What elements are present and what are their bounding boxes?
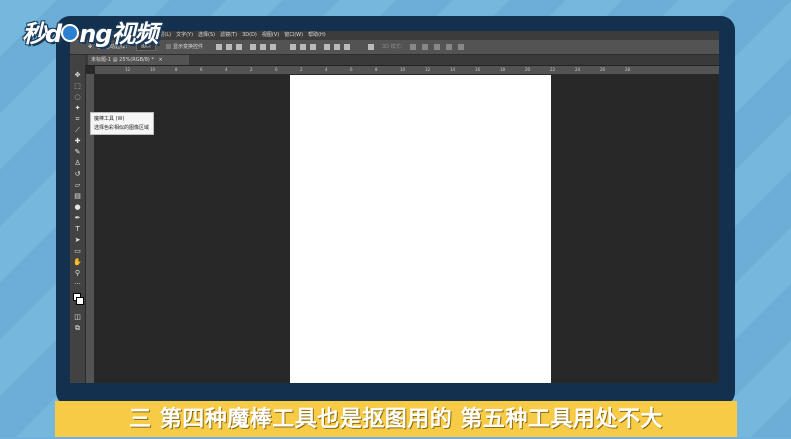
document-tab-title: 未标题-1 @ 25%(RGB/8) * xyxy=(91,57,154,63)
ruler-tick-label: 2 xyxy=(250,67,253,72)
ruler-tick-label: 24 xyxy=(575,67,581,72)
distribute-center-icon[interactable] xyxy=(334,44,340,50)
menu-item[interactable]: 3D(D) xyxy=(242,32,257,38)
distribute-bottom-icon[interactable] xyxy=(310,44,316,50)
rectangle-tool-icon[interactable]: ▭ xyxy=(73,247,82,255)
screen-mode-icon[interactable]: ⧉ xyxy=(73,324,82,332)
magic-wand-tooltip: 魔棒工具 (W) 选择色彩相似的图像区域 xyxy=(90,112,154,135)
close-tab-icon[interactable]: × xyxy=(159,57,163,63)
ruler-tick-label: 22 xyxy=(550,67,556,72)
menu-item[interactable]: 帮助(H) xyxy=(308,32,326,38)
menu-bar: 图像(I) 图层(L) 文字(Y) 选择(S) 滤镜(T) 3D(D) 视图(V) 窗口(W)… xyxy=(70,31,719,40)
zoom-tool-icon[interactable]: ⚲ xyxy=(73,269,82,277)
ruler-tick-label: 2 xyxy=(300,67,303,72)
pen-tool-icon[interactable]: ✒ xyxy=(73,214,82,222)
gradient-tool-icon[interactable]: ▤ xyxy=(73,192,82,200)
healing-brush-tool-icon[interactable]: ✚ xyxy=(73,137,82,145)
ruler-tick-label: 4 xyxy=(225,67,228,72)
align-middle-icon[interactable] xyxy=(260,44,266,50)
move-tool-icon[interactable]: ✥ xyxy=(73,71,82,79)
marquee-tool-icon[interactable]: ⬚ xyxy=(73,82,82,90)
path-selection-tool-icon[interactable]: ➤ xyxy=(73,236,82,244)
ruler-tick-label: 4 xyxy=(325,67,328,72)
ruler-tick-label: 8 xyxy=(375,67,378,72)
background-color-swatch[interactable] xyxy=(76,297,84,305)
ruler-tick-label: 8 xyxy=(175,67,178,72)
eyedropper-tool-icon[interactable]: ⟋ xyxy=(73,126,82,134)
distribute-right-icon[interactable] xyxy=(344,44,350,50)
3d-slide-icon[interactable] xyxy=(446,44,452,50)
ruler-tick-label: 14 xyxy=(450,67,456,72)
distribute-top-icon[interactable] xyxy=(290,44,296,50)
align-left-icon[interactable] xyxy=(216,44,222,50)
show-transform-checkbox[interactable]: 显示变换控件 xyxy=(166,40,203,54)
3d-mode-label: 3D 模式： xyxy=(382,44,406,50)
ruler-tick-label: 10 xyxy=(150,67,156,72)
magic-wand-tool-icon[interactable]: ✦ xyxy=(73,104,82,112)
ruler-tick-label: 6 xyxy=(200,67,203,72)
menu-item[interactable]: 选择(S) xyxy=(198,32,215,38)
eraser-tool-icon[interactable]: ▱ xyxy=(73,181,82,189)
clone-stamp-tool-icon[interactable]: ♙ xyxy=(73,159,82,167)
photoshop-window: 图像(I) 图层(L) 文字(Y) 选择(S) 滤镜(T) 3D(D) 视图(V) 窗口(W)… xyxy=(70,31,719,383)
more-tools-icon[interactable]: ··· xyxy=(73,280,82,288)
brush-tool-icon[interactable]: ✎ xyxy=(73,148,82,156)
3d-drag-icon[interactable] xyxy=(434,44,440,50)
ruler-tick-label: 20 xyxy=(525,67,531,72)
options-bar: ✥ 自动选择： 图层 显示变换控件 3D 模式： xyxy=(70,40,719,55)
document-tab[interactable]: 未标题-1 @ 25%(RGB/8) * × xyxy=(88,55,189,65)
ruler-tick-label: 12 xyxy=(425,67,431,72)
hand-tool-icon[interactable]: ✋ xyxy=(73,258,82,266)
tooltip-description: 选择色彩相似的图像区域 xyxy=(94,125,150,131)
menu-item[interactable]: 窗口(W) xyxy=(284,32,303,38)
type-tool-icon[interactable]: T xyxy=(73,225,82,233)
3d-scale-icon[interactable] xyxy=(458,44,464,50)
tooltip-title: 魔棒工具 (W) xyxy=(94,116,125,122)
menu-item[interactable]: 视图(V) xyxy=(262,32,279,38)
ruler-tick-label: 6 xyxy=(350,67,353,72)
document-tab-bar: 未标题-1 @ 25%(RGB/8) * × xyxy=(85,55,719,66)
align-center-icon[interactable] xyxy=(226,44,232,50)
checkbox-icon xyxy=(166,44,171,49)
align-top-icon[interactable] xyxy=(250,44,256,50)
color-swatches-icon[interactable] xyxy=(73,293,84,307)
align-right-icon[interactable] xyxy=(236,44,242,50)
ruler-tick-label: 28 xyxy=(625,67,631,72)
logo-text-prefix: 秒d xyxy=(22,20,62,48)
ruler-tick-label: 16 xyxy=(475,67,481,72)
menu-item[interactable]: 滤镜(T) xyxy=(220,32,237,38)
ruler-tick-label: 10 xyxy=(400,67,406,72)
distribute-left-icon[interactable] xyxy=(324,44,330,50)
subtitle-bar: 三 第四种魔棒工具也是抠图用的 第五种工具用处不大 xyxy=(55,401,737,437)
menu-item[interactable]: 文字(Y) xyxy=(176,32,193,38)
distribute-middle-icon[interactable] xyxy=(300,44,306,50)
ruler-tick-label: 0 xyxy=(275,67,278,72)
3d-roll-icon[interactable] xyxy=(422,44,428,50)
ruler-tick-label: 18 xyxy=(500,67,506,72)
dodge-tool-icon[interactable]: ● xyxy=(73,203,82,211)
lasso-tool-icon[interactable]: ◌ xyxy=(73,93,82,101)
horizontal-ruler: 12 10 8 6 4 2 0 2 4 6 8 10 12 14 16 18 20 22 24 26 28 xyxy=(95,66,719,75)
history-brush-tool-icon[interactable]: ↺ xyxy=(73,170,82,178)
video-logo: 秒d ng视频 xyxy=(22,14,158,48)
document-canvas[interactable] xyxy=(290,75,551,383)
quick-mask-icon[interactable]: ◫ xyxy=(73,313,82,321)
align-bottom-icon[interactable] xyxy=(270,44,276,50)
auto-align-icon[interactable] xyxy=(368,44,374,50)
show-transform-label: 显示变换控件 xyxy=(173,44,204,50)
ruler-tick-label: 26 xyxy=(600,67,606,72)
3d-rotate-icon[interactable] xyxy=(410,44,416,50)
ruler-tick-label: 12 xyxy=(125,67,131,72)
subtitle-text: 三 第四种魔棒工具也是抠图用的 第五种工具用处不大 xyxy=(129,407,663,432)
play-icon xyxy=(61,24,80,42)
logo-text-suffix: ng视频 xyxy=(79,20,158,48)
tools-panel: ✥ ⬚ ◌ ✦ ⌗ ⟋ ✚ ✎ ♙ ↺ ▱ ▤ ● ✒ T ➤ ▭ ✋ ⚲ ··… xyxy=(70,55,86,383)
crop-tool-icon[interactable]: ⌗ xyxy=(73,115,82,123)
